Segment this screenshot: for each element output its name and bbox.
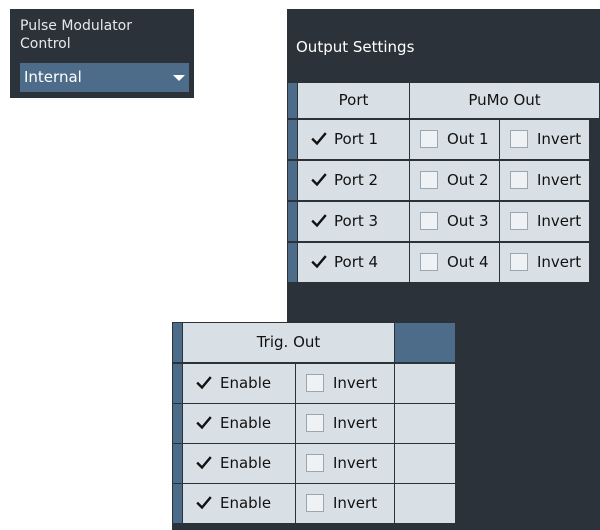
trig-invert-checkbox[interactable] <box>306 494 324 512</box>
trig-invert-cell[interactable]: Invert <box>295 403 395 444</box>
checkbox-empty-icon <box>306 454 324 472</box>
trig-invert-checkbox[interactable] <box>306 414 324 432</box>
checkbox-empty-icon <box>306 414 324 432</box>
pumo-invert-checkbox[interactable] <box>510 253 528 271</box>
trig-enable-cell[interactable]: Enable <box>182 403 296 444</box>
pulse-modulator-title-line2: Control <box>20 36 71 52</box>
trig-invert-label: Invert <box>333 414 378 432</box>
port-checkbox[interactable] <box>310 130 328 148</box>
pumo-invert-cell[interactable]: Invert <box>499 201 590 242</box>
check-icon <box>310 212 328 230</box>
pulse-modulator-title-line1: Pulse Modulator <box>20 18 132 34</box>
check-icon <box>310 253 328 271</box>
port-label: Port 2 <box>334 171 379 189</box>
trig-invert-cell[interactable]: Invert <box>295 363 395 404</box>
pumo-out-cell[interactable]: Out 3 <box>409 201 500 242</box>
pumo-invert-checkbox[interactable] <box>510 130 528 148</box>
trig-enable-checkbox[interactable] <box>195 374 213 392</box>
checkbox-empty-icon <box>510 171 528 189</box>
pumo-out-label: Out 1 <box>447 130 489 148</box>
trig-invert-cell[interactable]: Invert <box>295 443 395 484</box>
port-cell[interactable]: Port 3 <box>297 201 410 242</box>
port-checkbox[interactable] <box>310 212 328 230</box>
pumo-invert-label: Invert <box>537 130 582 148</box>
trig-invert-label: Invert <box>333 454 378 472</box>
trig-enable-cell[interactable]: Enable <box>182 363 296 404</box>
pulse-modulator-panel: Pulse Modulator Control Internal <box>10 9 194 98</box>
trig-invert-label: Invert <box>333 374 378 392</box>
trig-enable-label: Enable <box>220 374 272 392</box>
port-label: Port 4 <box>334 253 379 271</box>
port-cell[interactable]: Port 1 <box>297 119 410 160</box>
trig-filler-cell <box>394 363 456 404</box>
trig-invert-checkbox[interactable] <box>306 454 324 472</box>
pumo-out-checkbox[interactable] <box>420 130 438 148</box>
trig-invert-cell[interactable]: Invert <box>295 483 395 524</box>
port-cell[interactable]: Port 4 <box>297 242 410 283</box>
trig-enable-label: Enable <box>220 414 272 432</box>
pumo-invert-cell[interactable]: Invert <box>499 119 590 160</box>
pumo-out-label: Out 3 <box>447 212 489 230</box>
trig-enable-checkbox[interactable] <box>195 454 213 472</box>
check-icon <box>195 494 213 512</box>
check-icon <box>195 454 213 472</box>
checkbox-empty-icon <box>510 212 528 230</box>
pumo-out-checkbox[interactable] <box>420 253 438 271</box>
pumo-out-label: Out 4 <box>447 253 489 271</box>
column-header-trig-out: Trig. Out <box>182 322 395 363</box>
trig-enable-checkbox[interactable] <box>195 494 213 512</box>
trig-enable-label: Enable <box>220 454 272 472</box>
check-icon <box>310 130 328 148</box>
port-cell[interactable]: Port 2 <box>297 160 410 201</box>
pumo-invert-cell[interactable]: Invert <box>499 242 590 283</box>
checkbox-empty-icon <box>420 171 438 189</box>
trig-invert-checkbox[interactable] <box>306 374 324 392</box>
checkbox-empty-icon <box>306 374 324 392</box>
chevron-down-icon <box>173 75 185 81</box>
pumo-out-checkbox[interactable] <box>420 212 438 230</box>
pumo-out-cell[interactable]: Out 1 <box>409 119 500 160</box>
checkbox-empty-icon <box>420 253 438 271</box>
port-checkbox[interactable] <box>310 253 328 271</box>
pulse-modulator-select-value: Internal <box>24 68 82 86</box>
pumo-out-checkbox[interactable] <box>420 171 438 189</box>
pumo-out-label: Out 2 <box>447 171 489 189</box>
pumo-out-cell[interactable]: Out 2 <box>409 160 500 201</box>
pumo-invert-cell[interactable]: Invert <box>499 160 590 201</box>
column-header-pumo-out: PuMo Out <box>409 82 600 119</box>
checkbox-empty-icon <box>510 130 528 148</box>
trig-enable-label: Enable <box>220 494 272 512</box>
pumo-invert-checkbox[interactable] <box>510 171 528 189</box>
check-icon <box>195 414 213 432</box>
port-checkbox[interactable] <box>310 171 328 189</box>
output-settings-title: Output Settings <box>296 38 415 56</box>
check-icon <box>195 374 213 392</box>
trig-filler-cell <box>394 403 456 444</box>
checkbox-empty-icon <box>306 494 324 512</box>
trig-filler-cell <box>394 483 456 524</box>
column-header-port: Port <box>297 82 410 119</box>
check-icon <box>310 171 328 189</box>
checkbox-empty-icon <box>510 253 528 271</box>
checkbox-empty-icon <box>420 130 438 148</box>
pumo-invert-label: Invert <box>537 253 582 271</box>
checkbox-empty-icon <box>420 212 438 230</box>
pumo-invert-checkbox[interactable] <box>510 212 528 230</box>
trig-invert-label: Invert <box>333 494 378 512</box>
port-label: Port 3 <box>334 212 379 230</box>
pulse-modulator-title: Pulse Modulator Control <box>20 17 132 53</box>
trig-filler-cell <box>394 443 456 484</box>
trig-enable-cell[interactable]: Enable <box>182 483 296 524</box>
trig-enable-cell[interactable]: Enable <box>182 443 296 484</box>
port-label: Port 1 <box>334 130 379 148</box>
pumo-invert-label: Invert <box>537 212 582 230</box>
pumo-invert-label: Invert <box>537 171 582 189</box>
trig-enable-checkbox[interactable] <box>195 414 213 432</box>
trig-header-stub-right <box>394 322 456 363</box>
pulse-modulator-select[interactable]: Internal <box>20 63 189 92</box>
pumo-out-cell[interactable]: Out 4 <box>409 242 500 283</box>
